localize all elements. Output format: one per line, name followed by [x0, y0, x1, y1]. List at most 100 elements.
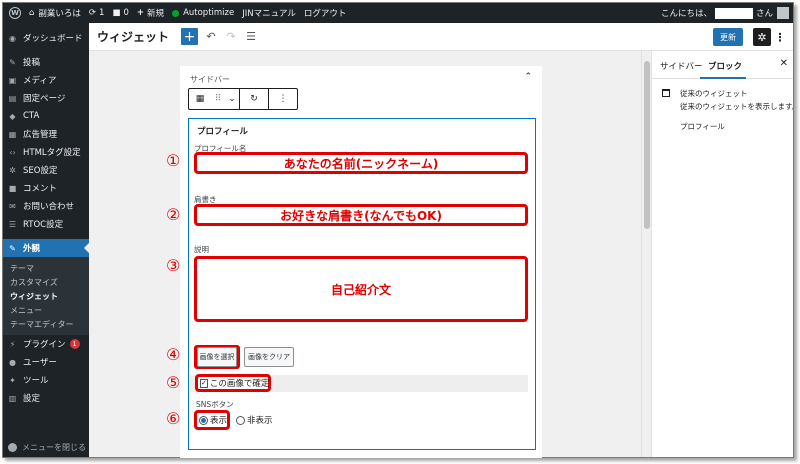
- sidebar-item-appearance[interactable]: ✎ 外観: [3, 239, 89, 257]
- sidebar-item-pages[interactable]: ▤ 固定ページ: [3, 89, 89, 107]
- sidebar-item-users[interactable]: ● ユーザー: [3, 353, 89, 371]
- close-icon[interactable]: ✕: [780, 58, 788, 69]
- block-options-button[interactable]: ⋮: [269, 89, 297, 109]
- sidebar-item-cta[interactable]: ◆ CTA: [3, 107, 89, 125]
- ad-icon: ▦: [8, 129, 17, 139]
- plugin-update-badge: 1: [69, 339, 80, 349]
- calendar-icon: ▦: [195, 94, 205, 104]
- sns-show-radio[interactable]: 表示: [194, 410, 230, 430]
- submenu-widgets[interactable]: ウィジェット: [3, 289, 89, 303]
- tab-block[interactable]: ブロック: [708, 60, 742, 72]
- comments-link[interactable]: ■ 0: [112, 8, 128, 18]
- account-menu[interactable]: こんにちは、 さん: [661, 3, 789, 23]
- header-actions: 更新 ✲ ⋮: [713, 28, 786, 46]
- media-icon: ▣: [8, 75, 17, 85]
- sidebar-item-comments[interactable]: ■ コメント: [3, 179, 89, 197]
- drag-icon: ⠿: [214, 94, 222, 104]
- settings-panel: サイドバー ブロック ✕ 従来のウィジェット 従来のウィジェットを表示します。 …: [651, 51, 794, 457]
- avatar: [777, 7, 789, 19]
- drag-handle[interactable]: ⠿: [211, 89, 225, 109]
- submenu-customize[interactable]: カスタマイズ: [3, 275, 89, 289]
- redo-button[interactable]: ↷: [224, 30, 238, 44]
- move-buttons[interactable]: ⌄: [225, 89, 239, 109]
- update-button[interactable]: 更新: [713, 28, 743, 46]
- submenu-menus[interactable]: メニュー: [3, 303, 89, 317]
- checkmark-icon: ✓: [200, 378, 208, 388]
- code-icon: ‹›: [9, 147, 16, 157]
- dashboard-icon: ◉: [9, 33, 16, 43]
- redo-icon: ↷: [226, 30, 236, 43]
- annotation-5: ⑤: [166, 373, 181, 392]
- transform-button[interactable]: ↻: [240, 89, 268, 109]
- settings-toggle-button[interactable]: ✲: [753, 28, 771, 46]
- more-options-button[interactable]: ⋮: [774, 28, 786, 46]
- submenu-theme-editor[interactable]: テーマエディター: [3, 317, 89, 331]
- widget-title: プロフィール: [197, 127, 248, 137]
- description-textarea[interactable]: 自己紹介文: [194, 256, 528, 322]
- confirm-image-checkbox[interactable]: ✓ この画像で確定: [195, 374, 271, 392]
- refresh-icon: ⟳: [88, 8, 97, 18]
- wordpress-logo-icon[interactable]: W: [9, 7, 21, 19]
- comment-icon: ■: [8, 183, 17, 193]
- sidebar-item-media[interactable]: ▣ メディア: [3, 71, 89, 89]
- select-image-button[interactable]: 画像を選択: [197, 347, 237, 367]
- calendar-icon: [662, 89, 670, 97]
- plugin-icon: ⚡: [9, 339, 16, 349]
- sidebar-item-seo[interactable]: ✲ SEO設定: [3, 161, 89, 179]
- chevron-up-down-icon: ⌄: [228, 94, 236, 104]
- user-icon: ●: [9, 357, 16, 367]
- autoptimize-link[interactable]: Autoptimize: [172, 8, 234, 18]
- tagline-input[interactable]: お好きな肩書き(なんでもOK): [194, 204, 528, 226]
- plus-icon: +: [183, 28, 196, 45]
- annotation-1: ①: [166, 151, 181, 170]
- plus-icon: +: [136, 8, 145, 18]
- mail-icon: ✉: [9, 201, 16, 211]
- tab-sidebar[interactable]: サイドバー: [660, 60, 703, 72]
- scrollbar-thumb[interactable]: [644, 61, 650, 229]
- block-toolbar: ▦ ⠿ ⌄ ↻ ⋮: [188, 88, 298, 110]
- sidebar-item-dashboard[interactable]: ◉ ダッシュボード: [3, 29, 89, 47]
- logout-link[interactable]: ログアウト: [304, 7, 347, 19]
- list-view-button[interactable]: ☰: [244, 30, 258, 44]
- masked-username: [714, 7, 753, 19]
- sidebar-item-posts[interactable]: ✎ 投稿: [3, 53, 89, 71]
- block-type-button[interactable]: ▦: [189, 89, 211, 109]
- sidebar-item-contact[interactable]: ✉ お問い合わせ: [3, 197, 89, 215]
- submenu-themes[interactable]: テーマ: [3, 261, 89, 275]
- widget-area-title: サイドバー: [190, 75, 230, 84]
- annotation-4: ④: [166, 345, 181, 364]
- sidebar-item-tools[interactable]: ✦ ツール: [3, 371, 89, 389]
- page-title: ウィジェット: [97, 30, 170, 44]
- profile-name-input[interactable]: あなたの名前(ニックネーム): [194, 152, 528, 174]
- settings-icon: ▥: [8, 393, 17, 403]
- page-icon: ▤: [8, 93, 17, 103]
- tag-icon: ◆: [9, 111, 16, 121]
- list-icon: ☰: [8, 219, 17, 229]
- site-name-link[interactable]: ⌂ 副業いろは: [29, 7, 81, 19]
- sidebar-item-plugins[interactable]: ⚡ プラグイン 1: [3, 335, 89, 353]
- more-vertical-icon: ⋮: [774, 30, 786, 44]
- canvas-scrollbar[interactable]: [641, 51, 651, 457]
- admin-bar: W ⌂ 副業いろは ⟳ 1 ■ 0 + 新規 Autoptimize JINマニ…: [3, 3, 793, 23]
- undo-button[interactable]: ↶: [204, 30, 218, 44]
- appearance-submenu: テーマ カスタマイズ ウィジェット メニュー テーマエディター: [3, 257, 89, 335]
- annotation-3: ③: [166, 256, 181, 275]
- sns-hide-radio[interactable]: 非表示: [236, 414, 273, 426]
- block-inserter-button[interactable]: +: [181, 28, 199, 45]
- jin-manual-link[interactable]: JINマニュアル: [242, 7, 296, 19]
- new-content-link[interactable]: + 新規: [137, 7, 164, 19]
- sidebar-item-ads[interactable]: ▦ 広告管理: [3, 125, 89, 143]
- radio-unchecked-icon: [236, 415, 245, 425]
- active-tab-indicator: [700, 77, 746, 79]
- sidebar-item-settings[interactable]: ▥ 設定: [3, 389, 89, 407]
- chevron-up-icon[interactable]: ⌃: [524, 72, 532, 82]
- collapse-menu-button[interactable]: メニューを閉じる: [8, 442, 86, 453]
- widget-select-value[interactable]: プロフィール: [680, 121, 725, 132]
- radio-checked-icon: [199, 415, 208, 425]
- description-label: 説明: [194, 245, 209, 254]
- updates-link[interactable]: ⟳ 1: [89, 8, 105, 18]
- sidebar-item-html-tags[interactable]: ‹› HTMLタグ設定: [3, 143, 89, 161]
- sidebar-item-rtoc[interactable]: ☰ RTOC設定: [3, 215, 89, 233]
- block-description: 従来のウィジェットを表示します。: [680, 102, 794, 111]
- clear-image-button[interactable]: 画像をクリア: [244, 347, 294, 367]
